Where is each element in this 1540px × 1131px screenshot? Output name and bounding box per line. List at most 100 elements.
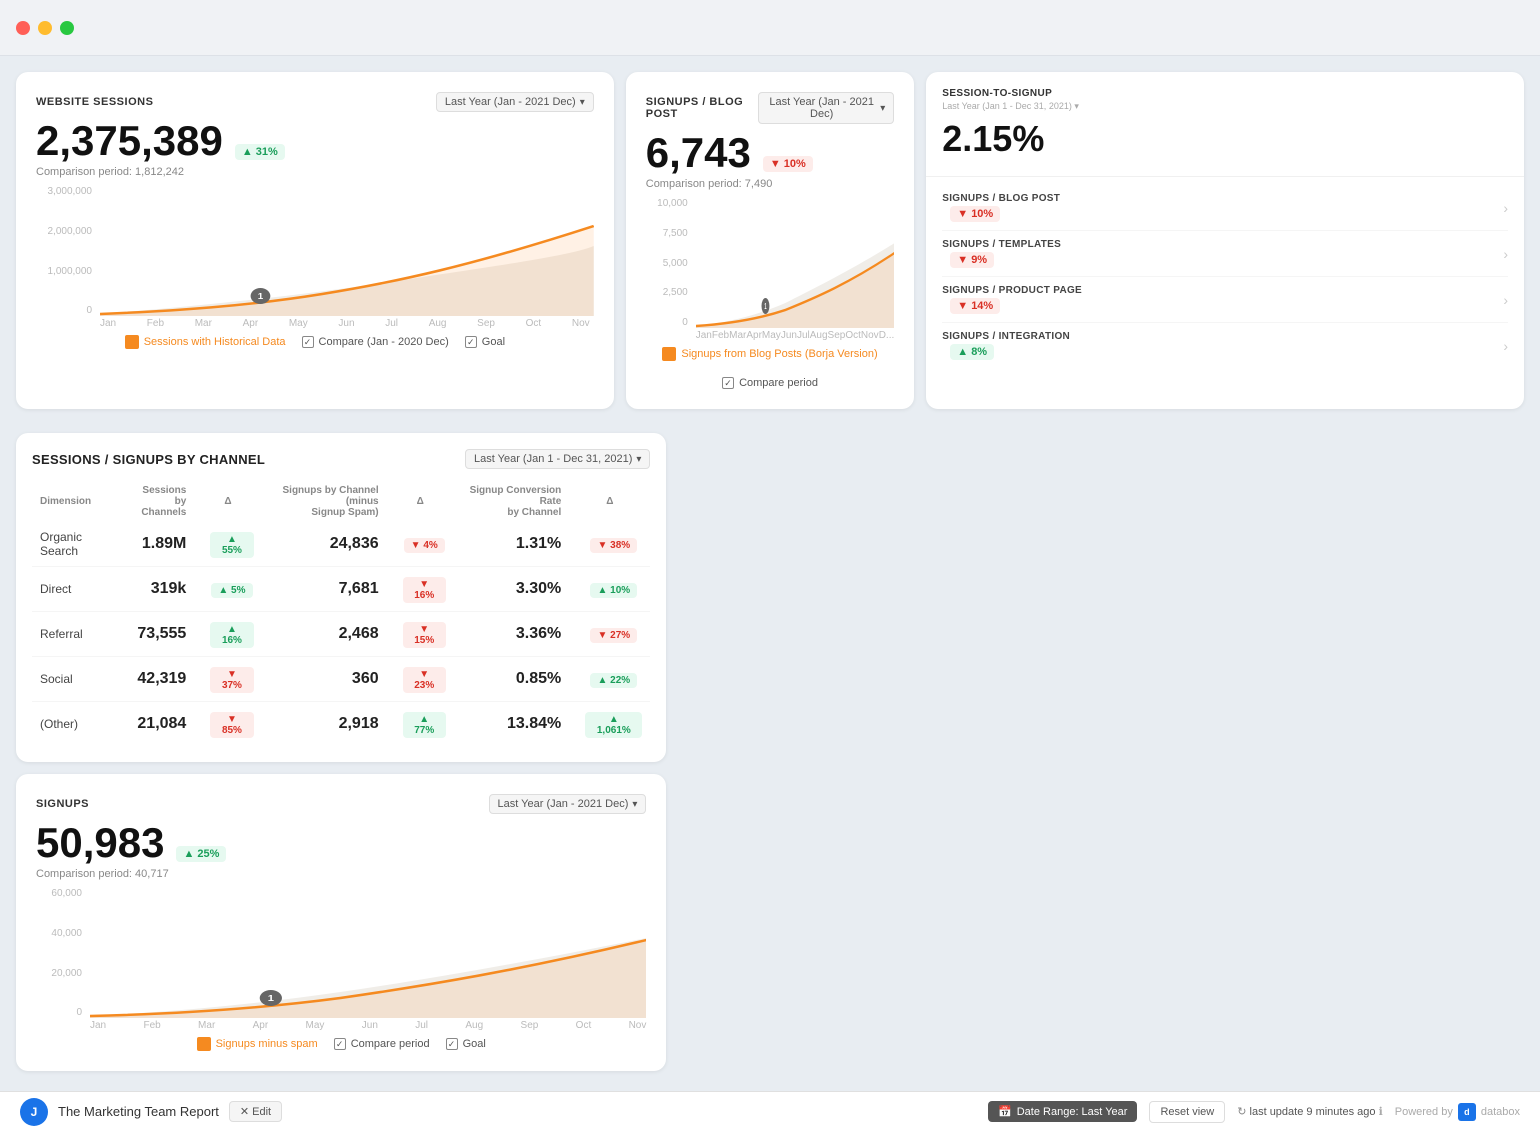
signups-y-40k: 40,000 xyxy=(36,928,82,939)
su-x-jan: Jan xyxy=(90,1020,106,1031)
x-aug: Aug xyxy=(429,318,447,329)
reset-view-button[interactable]: Reset view xyxy=(1149,1101,1225,1123)
td-rate-delta: ▲ 10% xyxy=(569,567,650,612)
td-sessions: 1.89M xyxy=(123,522,195,567)
info-icon[interactable]: ℹ xyxy=(1379,1106,1383,1118)
td-signups: 2,918 xyxy=(262,702,387,747)
su-x-sep: Sep xyxy=(521,1020,539,1031)
top-row: WEBSITE SESSIONS Last Year (Jan - 2021 D… xyxy=(16,72,1524,409)
channels-header: SESSIONS / SIGNUPS BY CHANNEL Last Year … xyxy=(32,449,650,469)
blog-x-jan: Jan xyxy=(696,330,712,341)
signup-integration-arrow[interactable]: › xyxy=(1503,338,1508,354)
website-sessions-value: 2,375,389 xyxy=(36,118,223,164)
legend-goal-check: ✓ xyxy=(465,336,477,348)
website-sessions-title: WEBSITE SESSIONS xyxy=(36,96,153,108)
blog-post-dropdown[interactable]: Last Year (Jan - 2021 Dec) xyxy=(758,92,894,124)
td-dimension: Organic Search xyxy=(32,522,123,567)
close-button[interactable] xyxy=(16,21,30,35)
calendar-icon: 📅 xyxy=(998,1105,1012,1118)
td-rate: 0.85% xyxy=(454,657,569,702)
td-signups-delta: ▲ 77% xyxy=(387,702,454,747)
th-rate-delta: Δ xyxy=(569,481,650,522)
td-signups: 24,836 xyxy=(262,522,387,567)
legend-signups-orange xyxy=(197,1037,211,1051)
td-signups: 2,468 xyxy=(262,612,387,657)
website-sessions-dropdown[interactable]: Last Year (Jan - 2021 Dec) xyxy=(436,92,594,112)
su-x-nov: Nov xyxy=(629,1020,647,1031)
su-x-may: May xyxy=(306,1020,325,1031)
legend-blog-posts: Signups from Blog Posts (Borja Version) xyxy=(662,347,877,361)
date-range-label: Date Range: Last Year xyxy=(1017,1106,1128,1118)
legend-compare: ✓ Compare (Jan - 2020 Dec) xyxy=(302,336,449,348)
table-row: Direct 319k ▲ 5% 7,681 ▼ 16% 3.30% ▲ 10% xyxy=(32,567,650,612)
su-x-apr: Apr xyxy=(253,1020,269,1031)
signup-blog-badge: ▼ 10% xyxy=(950,206,1000,222)
td-signups: 360 xyxy=(262,657,387,702)
td-rate: 3.36% xyxy=(454,612,569,657)
signups-dropdown[interactable]: Last Year (Jan - 2021 Dec) xyxy=(489,794,647,814)
blog-x-oct: Oct xyxy=(845,330,861,341)
signups-value: 50,983 xyxy=(36,820,164,866)
signup-blog-arrow[interactable]: › xyxy=(1503,200,1508,216)
su-x-mar: Mar xyxy=(198,1020,215,1031)
blog-x-jul: Jul xyxy=(797,330,810,341)
th-signups: Signups by Channel (minusSignup Spam) xyxy=(262,481,387,522)
signup-row-templates: SIGNUPS / TEMPLATES ▼ 9% › xyxy=(942,231,1508,277)
svg-text:1: 1 xyxy=(764,303,767,312)
td-sessions-delta: ▲ 55% xyxy=(194,522,261,567)
signups-card: SIGNUPS Last Year (Jan - 2021 Dec) 50,98… xyxy=(16,774,666,1071)
channels-title: SESSIONS / SIGNUPS BY CHANNEL xyxy=(32,452,265,467)
x-jan: Jan xyxy=(100,318,116,329)
x-jul: Jul xyxy=(385,318,398,329)
blog-y-5000: 5,000 xyxy=(646,258,688,269)
th-dimension: Dimension xyxy=(32,481,123,522)
td-signups: 7,681 xyxy=(262,567,387,612)
legend-sessions-historical: Sessions with Historical Data xyxy=(125,335,286,349)
sts-sub[interactable]: Last Year (Jan 1 - Dec 31, 2021) ▾ xyxy=(942,101,1508,112)
td-sessions: 42,319 xyxy=(123,657,195,702)
blog-post-badge: ▼ 10% xyxy=(763,156,813,172)
x-sep: Sep xyxy=(477,318,495,329)
th-sessions-delta: Δ xyxy=(194,481,261,522)
channels-dropdown[interactable]: Last Year (Jan 1 - Dec 31, 2021) xyxy=(465,449,650,469)
su-x-oct: Oct xyxy=(576,1020,592,1031)
legend-blog-check: ✓ xyxy=(722,377,734,389)
table-row: Referral 73,555 ▲ 16% 2,468 ▼ 15% 3.36% … xyxy=(32,612,650,657)
td-sessions-delta: ▼ 37% xyxy=(194,657,261,702)
maximize-button[interactable] xyxy=(60,21,74,35)
date-range-button[interactable]: 📅 Date Range: Last Year xyxy=(988,1101,1137,1122)
signup-templates-name: SIGNUPS / TEMPLATES xyxy=(942,239,1061,250)
footer-title: The Marketing Team Report xyxy=(58,1104,219,1119)
td-signups-delta: ▼ 15% xyxy=(387,612,454,657)
x-jun: Jun xyxy=(338,318,354,329)
td-sessions: 21,084 xyxy=(123,702,195,747)
databox-logo: d xyxy=(1458,1103,1476,1121)
signup-integration-name: SIGNUPS / INTEGRATION xyxy=(942,331,1070,342)
blog-x-mar: Mar xyxy=(729,330,746,341)
footer-bar: J The Marketing Team Report ✕ Edit 📅 Dat… xyxy=(0,1091,1540,1131)
signups-y-20k: 20,000 xyxy=(36,968,82,979)
y-label-2m: 2,000,000 xyxy=(36,226,92,237)
minimize-button[interactable] xyxy=(38,21,52,35)
signup-integration-badge: ▲ 8% xyxy=(950,344,994,360)
signup-product-arrow[interactable]: › xyxy=(1503,292,1508,308)
blog-chart: 1 xyxy=(696,198,895,328)
website-sessions-badge: ▲ 31% xyxy=(235,144,285,160)
edit-button[interactable]: ✕ Edit xyxy=(229,1101,282,1122)
x-may: May xyxy=(289,318,308,329)
last-update-text: ↻ last update 9 minutes ago ℹ xyxy=(1237,1105,1383,1118)
th-sessions: Sessions byChannels xyxy=(123,481,195,522)
legend-signups-spam: Signups minus spam xyxy=(197,1037,318,1051)
table-row: (Other) 21,084 ▼ 85% 2,918 ▲ 77% 13.84% … xyxy=(32,702,650,747)
blog-x-may: May xyxy=(762,330,781,341)
signups-y-0: 0 xyxy=(36,1007,82,1018)
session-to-signup-section: SESSION-TO-SIGNUP Last Year (Jan 1 - Dec… xyxy=(926,72,1524,177)
sts-label: SESSION-TO-SIGNUP xyxy=(942,88,1508,99)
signup-templates-arrow[interactable]: › xyxy=(1503,246,1508,262)
su-x-jul: Jul xyxy=(415,1020,428,1031)
blog-post-comparison: Comparison period: 7,490 xyxy=(646,178,895,190)
table-row: Organic Search 1.89M ▲ 55% 24,836 ▼ 4% 1… xyxy=(32,522,650,567)
td-dimension: Referral xyxy=(32,612,123,657)
td-signups-delta: ▼ 4% xyxy=(387,522,454,567)
blog-x-apr: Apr xyxy=(746,330,762,341)
